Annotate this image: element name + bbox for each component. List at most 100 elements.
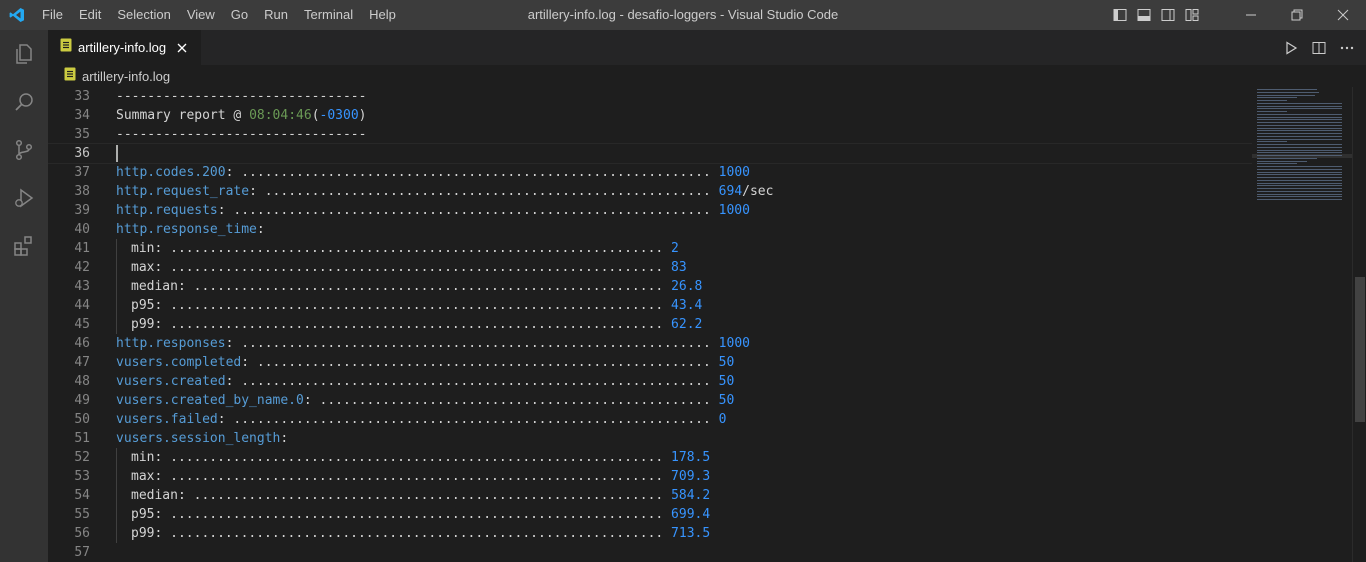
metric-key: http.requests	[116, 203, 218, 218]
line-content: min: ...................................…	[116, 448, 710, 467]
dot-leader: : ......................................…	[177, 488, 672, 503]
minimap-line	[1257, 174, 1342, 176]
metric-value: 1000	[718, 203, 750, 218]
menu-run[interactable]: Run	[256, 0, 296, 30]
line-number: 39	[74, 203, 90, 218]
summary-time: 08:04:46	[249, 108, 312, 123]
run-and-debug-icon[interactable]	[0, 174, 48, 222]
line-content: vusers.created_by_name.0: ..............…	[116, 391, 734, 410]
menu-help[interactable]: Help	[361, 0, 404, 30]
toggle-panel-icon[interactable]	[1132, 0, 1156, 30]
menu-view[interactable]: View	[179, 0, 223, 30]
breadcrumb[interactable]: artillery-info.log	[48, 65, 1366, 87]
code-line: 57	[48, 543, 1352, 562]
metric-value: 62.2	[671, 317, 703, 332]
minimap-line	[1257, 196, 1342, 198]
indent-guide	[116, 296, 131, 315]
metric-value: 50	[718, 374, 735, 389]
minimap-line	[1257, 100, 1287, 101]
editor-tab-artillery-info-log[interactable]: artillery-info.log	[48, 30, 201, 65]
metric-value: 50	[718, 393, 735, 408]
line-content: http.request_rate: .....................…	[116, 182, 773, 201]
minimap-line	[1257, 102, 1342, 104]
line-content: max: ...................................…	[116, 467, 710, 486]
dot-leader: : ......................................…	[154, 298, 672, 313]
code-line: 43 median: ..............................…	[48, 277, 1352, 296]
minimap-line	[1257, 94, 1315, 96]
metric-value: 178.5	[671, 450, 711, 465]
more-actions-icon[interactable]	[1336, 37, 1358, 59]
menu-go[interactable]: Go	[223, 0, 256, 30]
title-bar: File Edit Selection View Go Run Terminal Help a…	[0, 0, 1366, 30]
line-number: 49	[74, 393, 90, 408]
line-text: --------------------------------	[116, 127, 367, 142]
search-icon[interactable]	[0, 78, 48, 126]
metric-value: 83	[671, 260, 687, 275]
line-number: 56	[74, 526, 90, 541]
dot-leader: : ......................................…	[225, 165, 719, 180]
line-number: 37	[74, 165, 90, 180]
minimap-line	[1257, 157, 1317, 159]
toggle-primary-sidebar-icon[interactable]	[1108, 0, 1132, 30]
line-number: 57	[74, 545, 90, 560]
code-line: 52 min: .................................…	[48, 448, 1352, 467]
dot-leader: : ......................................…	[241, 355, 719, 370]
explorer-icon[interactable]	[0, 30, 48, 78]
line-content: http.response_time:	[116, 220, 265, 239]
dot-leader: : ......................................…	[154, 260, 672, 275]
line-number: 33	[74, 89, 90, 104]
line-number: 40	[74, 222, 90, 237]
metric-value: 1000	[718, 336, 750, 351]
menu-file[interactable]: File	[34, 0, 71, 30]
minimap-line	[1257, 91, 1319, 93]
menu-terminal[interactable]: Terminal	[296, 0, 361, 30]
minimap-line	[1257, 141, 1287, 143]
scrollbar-thumb[interactable]	[1355, 277, 1365, 422]
code-line: 40 http.response_time:	[48, 220, 1352, 239]
run-icon[interactable]	[1280, 37, 1302, 59]
metric-key: vusers.failed	[116, 412, 218, 427]
code-line: 49 vusers.created_by_name.0: ............…	[48, 391, 1352, 410]
menu-selection[interactable]: Selection	[109, 0, 178, 30]
minimize-button[interactable]	[1228, 0, 1274, 30]
menu-edit[interactable]: Edit	[71, 0, 109, 30]
source-control-icon[interactable]	[0, 126, 48, 174]
log-file-icon	[64, 67, 76, 86]
metric-value: 694	[718, 184, 743, 199]
code-editor[interactable]: 33 -------------------------------- 34 Summ…	[48, 87, 1352, 562]
customize-layout-icon[interactable]	[1180, 0, 1204, 30]
vertical-scrollbar[interactable]	[1352, 87, 1366, 562]
line-number: 42	[74, 260, 90, 275]
metric-unit: /sec	[742, 184, 774, 199]
minimap-line	[1257, 105, 1342, 107]
code-line: 47 vusers.completed: ....................…	[48, 353, 1352, 372]
code-line: 54 median: ..............................…	[48, 486, 1352, 505]
close-icon[interactable]	[174, 40, 190, 56]
metric-key: max	[131, 260, 155, 275]
line-number: 36	[74, 146, 90, 161]
code-line: 42 max: .................................…	[48, 258, 1352, 277]
split-editor-icon[interactable]	[1308, 37, 1330, 59]
minimap-line	[1257, 185, 1342, 187]
line-number: 44	[74, 298, 90, 313]
extensions-icon[interactable]	[0, 222, 48, 270]
indent-guide	[116, 277, 131, 296]
dot-leader: : ......................................…	[217, 203, 719, 218]
restore-button[interactable]	[1274, 0, 1320, 30]
minimap-line	[1257, 177, 1342, 178]
line-content: --------------------------------	[116, 125, 366, 144]
close-window-button[interactable]	[1320, 0, 1366, 30]
line-content: vusers.session_length:	[116, 429, 288, 448]
toggle-secondary-sidebar-icon[interactable]	[1156, 0, 1180, 30]
line-content: vusers.failed: .........................…	[116, 410, 726, 429]
code-line: 37 http.codes.200: ......................…	[48, 163, 1352, 182]
metric-key: p99	[131, 526, 155, 541]
line-content: http.requests: .........................…	[116, 201, 750, 220]
metric-key: vusers.completed	[116, 355, 242, 370]
minimap-line	[1257, 119, 1342, 121]
minimap[interactable]	[1252, 87, 1352, 562]
minimap-line	[1257, 111, 1287, 112]
line-number: 51	[74, 431, 90, 446]
line-content: median: ................................…	[116, 277, 702, 296]
dot-leader: : ......................................…	[217, 412, 719, 427]
